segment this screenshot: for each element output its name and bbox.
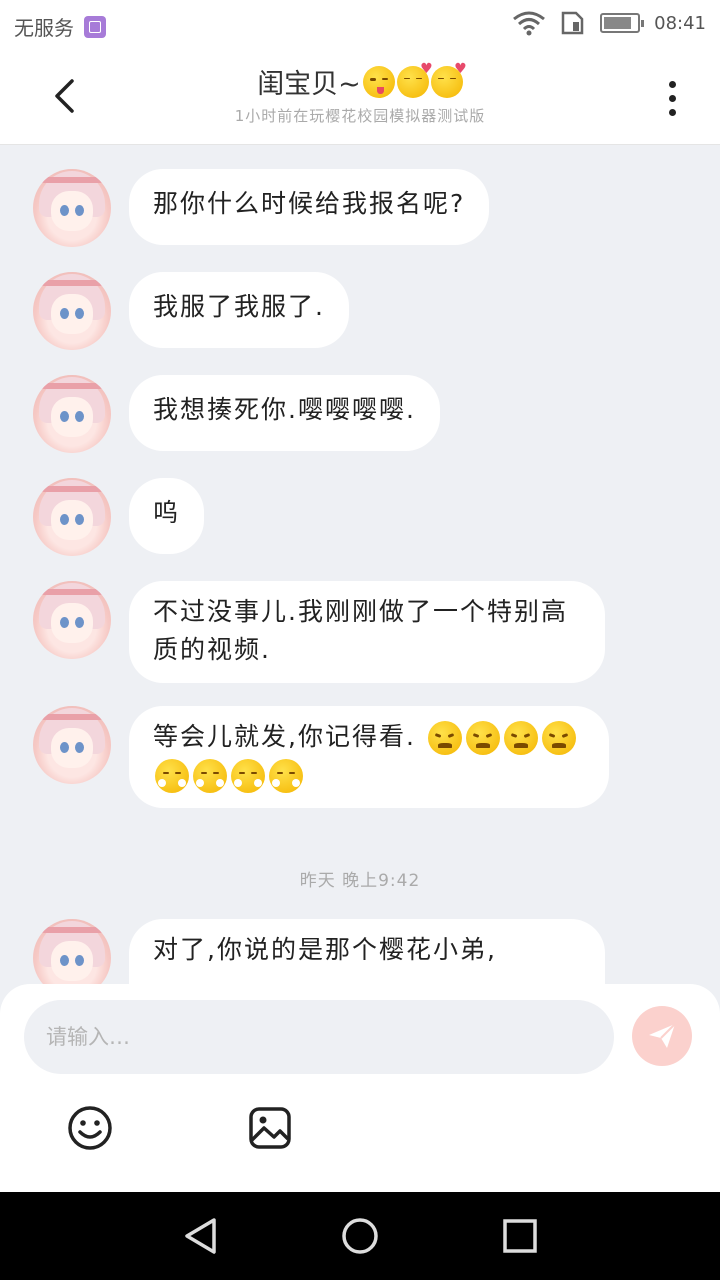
message-text: 那你什么时候给我报名呢? [153, 189, 466, 218]
status-bar: 无服务 08:41 [0, 0, 720, 50]
chevron-left-icon [55, 79, 74, 113]
chat-subtitle: 1小时前在玩樱花校园模拟器测试版 [234, 107, 486, 125]
avatar[interactable] [33, 375, 111, 453]
title-block: 闺宝贝~ ♥ ♥ 1小时前在玩樱花校园模拟器测试版 [150, 62, 570, 126]
message-text: 等会儿就发,你记得看. [153, 722, 416, 751]
clock-text: 08:41 [654, 12, 706, 34]
pout-emoji-icon [155, 759, 189, 793]
kiss-heart-emoji-icon: ♥ [396, 62, 433, 98]
triangle-back-icon [185, 1218, 216, 1254]
message-bubble[interactable]: 不过没事儿.我刚刚做了一个特别高质的视频. [129, 581, 605, 683]
status-right: 08:41 [512, 10, 706, 36]
wifi-icon [513, 11, 546, 36]
avatar[interactable] [33, 706, 111, 784]
status-left: 无服务 [14, 12, 106, 41]
image-button[interactable] [246, 1104, 294, 1152]
gallery-icon [84, 15, 106, 38]
message-bubble[interactable]: 对了,你说的是那个樱花小弟, [129, 919, 605, 984]
emoji-button[interactable] [66, 1104, 114, 1152]
paper-plane-icon [649, 1023, 676, 1048]
system-nav-bar [0, 1192, 720, 1280]
smiley-icon [68, 1106, 112, 1150]
carrier-text: 无服务 [14, 16, 74, 40]
message-bubble[interactable]: 那你什么时候给我报名呢? [129, 169, 490, 245]
message-input[interactable] [24, 1000, 614, 1074]
nav-recents-button[interactable] [498, 1214, 542, 1258]
avatar[interactable] [33, 169, 111, 247]
message-bubble[interactable]: 等会儿就发,你记得看. [129, 706, 609, 808]
back-button[interactable] [44, 72, 84, 120]
send-button[interactable] [632, 1006, 692, 1066]
angry-emoji-icon [465, 721, 500, 755]
circle-home-icon [342, 1218, 378, 1254]
message-bubble[interactable]: 我服了我服了. [129, 272, 349, 348]
angry-emoji-icon [427, 721, 462, 755]
angry-emoji-icon [503, 721, 538, 755]
more-dot-icon [668, 108, 676, 116]
angry-emoji-icon [541, 721, 576, 755]
tongue-out-emoji-icon [362, 65, 395, 98]
composer [0, 984, 720, 1192]
message-text: 对了,你说的是那个樱花小弟, [153, 935, 497, 964]
more-dot-icon [668, 94, 676, 102]
kiss-heart-emoji-icon: ♥ [430, 62, 467, 98]
message-bubble[interactable]: 我想揍死你.嘤嘤嘤嘤. [129, 375, 440, 451]
avatar[interactable] [33, 581, 111, 659]
avatar[interactable] [33, 919, 111, 984]
avatar[interactable] [33, 478, 111, 556]
message-list[interactable]: 那你什么时候给我报名呢? 我服了我服了. 我想揍死你.嘤嘤嘤嘤. 呜 不过没事儿… [0, 144, 720, 984]
nav-home-button[interactable] [338, 1214, 382, 1258]
nav-back-button[interactable] [178, 1214, 222, 1258]
chat-header: 闺宝贝~ ♥ ♥ 1小时前在玩樱花校园模拟器测试版 [0, 50, 720, 145]
battery-icon [600, 13, 645, 33]
sim-icon [561, 11, 584, 35]
more-options-button[interactable] [652, 76, 692, 120]
battery-fill [604, 17, 632, 29]
image-icon [249, 1107, 291, 1149]
pout-emoji-icon [193, 759, 227, 793]
chat-title: 闺宝贝~ ♥ ♥ [150, 62, 570, 101]
message-bubble[interactable]: 呜 [129, 478, 205, 554]
more-dot-icon [668, 80, 676, 88]
pout-emoji-icon [231, 759, 265, 793]
message-text: 我想揍死你.嘤嘤嘤嘤. [153, 395, 416, 424]
avatar[interactable] [33, 272, 111, 350]
square-recents-icon [503, 1219, 537, 1253]
time-divider: 昨天 晚上9:42 [299, 871, 421, 891]
contact-name: 闺宝贝~ [257, 69, 361, 100]
pout-emoji-icon [269, 759, 303, 793]
message-text: 我服了我服了. [153, 292, 325, 321]
message-text: 不过没事儿.我刚刚做了一个特别高质的视频. [153, 597, 568, 664]
message-text: 呜 [153, 498, 181, 527]
